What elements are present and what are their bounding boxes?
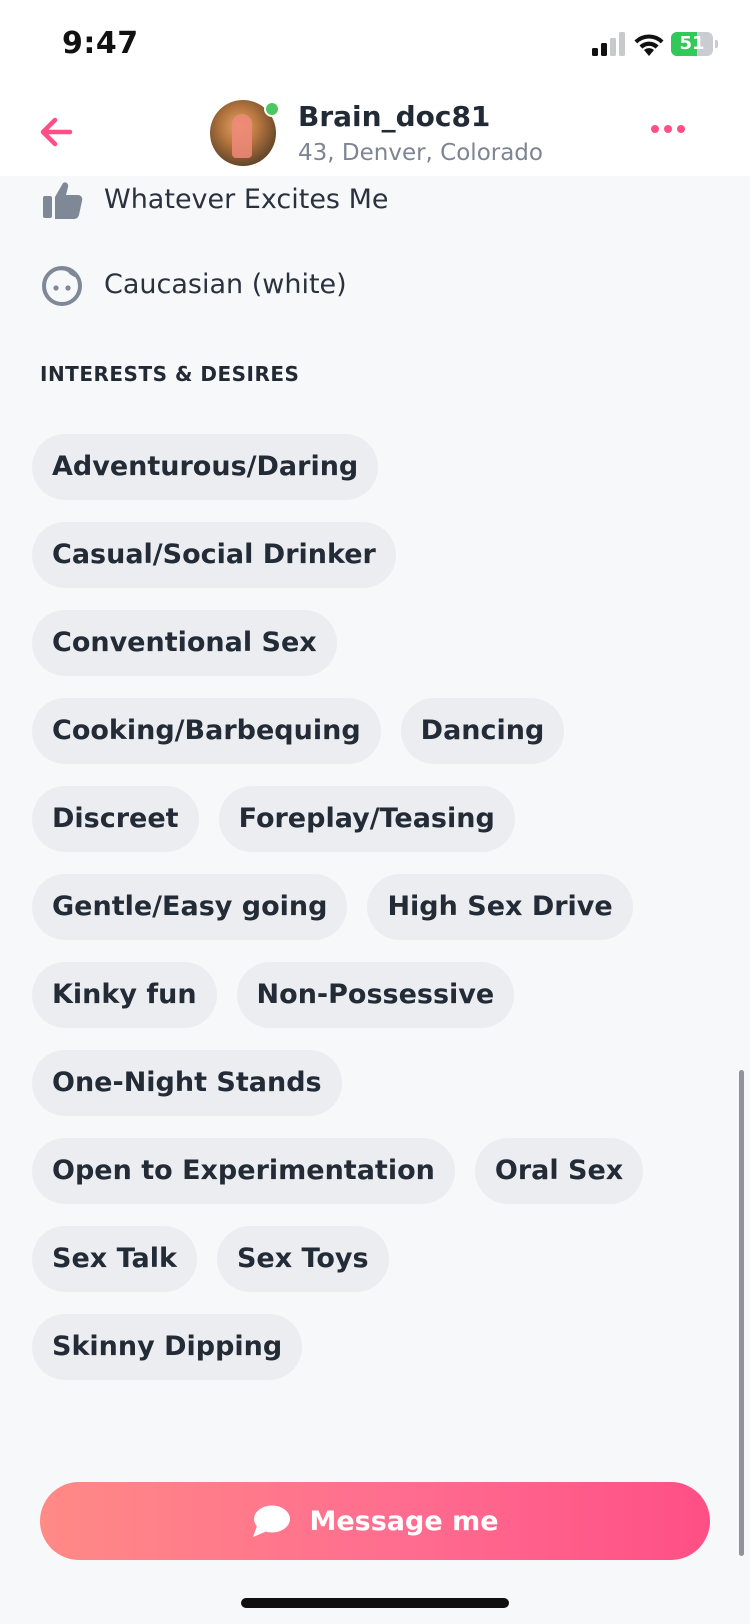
battery-icon: 51 xyxy=(671,32,713,56)
interest-chip: Non-Possessive xyxy=(236,962,515,1028)
interest-chip: Kinky fun xyxy=(32,962,217,1028)
face-icon xyxy=(42,266,82,306)
profile-username: Brain_doc81 xyxy=(298,100,491,133)
chat-bubble-icon xyxy=(253,1505,291,1537)
interest-chip: Foreplay/Teasing xyxy=(218,786,515,852)
cellular-signal-icon xyxy=(592,32,625,56)
thumbs-up-icon xyxy=(43,182,83,219)
interest-chip: Gentle/Easy going xyxy=(32,874,348,940)
interest-chip-row: Open to Experimentation Oral Sex xyxy=(32,1138,692,1204)
message-me-label: Message me xyxy=(309,1505,499,1537)
interest-chip: Cooking/Barbequing xyxy=(32,698,381,764)
interest-chip-row: Sex Talk Sex Toys xyxy=(32,1226,692,1292)
interest-chip-row: Gentle/Easy going High Sex Drive xyxy=(32,874,692,940)
interest-chip-row: Conventional Sex xyxy=(32,610,692,676)
online-status-dot xyxy=(264,101,280,117)
wifi-icon xyxy=(634,34,664,56)
status-time: 9:47 xyxy=(62,26,139,61)
interest-chip-row: Skinny Dipping xyxy=(32,1314,692,1380)
interest-chip: One-Night Stands xyxy=(32,1050,342,1116)
home-indicator[interactable] xyxy=(241,1598,509,1608)
message-me-button[interactable]: Message me xyxy=(40,1482,710,1560)
interest-chip: Sex Toys xyxy=(216,1226,389,1292)
section-title-interests: INTERESTS & DESIRES xyxy=(40,362,300,386)
interest-chip-row: One-Night Stands xyxy=(32,1050,692,1116)
interest-chip: Skinny Dipping xyxy=(32,1314,303,1380)
interest-chip: Sex Talk xyxy=(32,1226,197,1292)
interest-chip: Dancing xyxy=(400,698,565,764)
interest-chip: Casual/Social Drinker xyxy=(32,522,396,588)
interest-chip-row: Kinky fun Non-Possessive xyxy=(32,962,692,1028)
interest-chip: Adventurous/Daring xyxy=(32,434,379,500)
interest-chip-row: Adventurous/Daring xyxy=(32,434,692,500)
interest-chip: Oral Sex xyxy=(474,1138,644,1204)
interest-chip: Conventional Sex xyxy=(32,610,337,676)
scrollbar[interactable] xyxy=(739,1070,744,1556)
battery-level: 51 xyxy=(679,33,705,54)
interest-chip-list: Adventurous/Daring Casual/Social Drinker C… xyxy=(32,434,692,1402)
detail-label: Caucasian (white) xyxy=(104,269,347,300)
interest-chip-row: Casual/Social Drinker xyxy=(32,522,692,588)
interest-chip: High Sex Drive xyxy=(367,874,633,940)
status-bar: 9:47 51 xyxy=(0,0,750,88)
interest-chip: Discreet xyxy=(32,786,199,852)
more-options-icon[interactable] xyxy=(650,122,686,136)
interest-chip: Open to Experimentation xyxy=(32,1138,455,1204)
interest-chip-row: Discreet Foreplay/Teasing xyxy=(32,786,692,852)
profile-subtitle: 43, Denver, Colorado xyxy=(298,140,543,166)
detail-label: Whatever Excites Me xyxy=(104,184,389,215)
back-arrow-icon[interactable] xyxy=(36,112,76,152)
interest-chip-row: Cooking/Barbequing Dancing xyxy=(32,698,692,764)
